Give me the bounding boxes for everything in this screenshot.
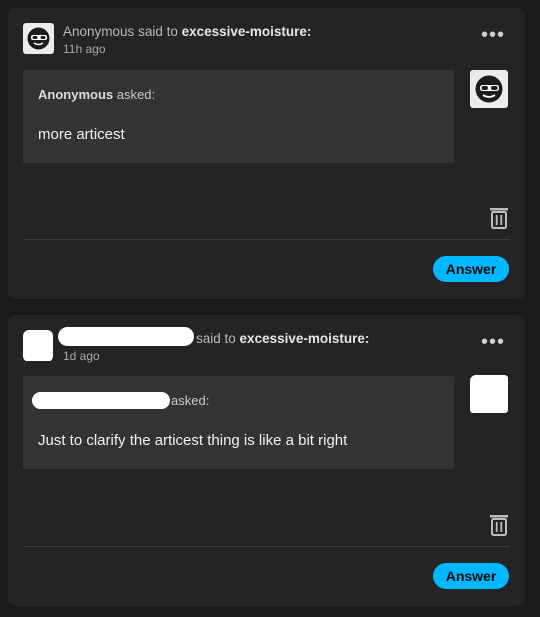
answer-button[interactable]: Answer <box>433 563 509 589</box>
ask-card: said to excessive-moisture: 1d ago ••• a… <box>8 315 525 606</box>
asker-name: Anonymous <box>38 87 114 102</box>
said-to-label: said to <box>196 331 236 346</box>
asker-line: asked: <box>171 393 209 408</box>
question-bubble: asked: Just to clarify the articest thin… <box>23 376 454 469</box>
asked-label: asked: <box>171 393 210 408</box>
divider <box>23 239 510 240</box>
question-text: Just to clarify the articest thing is li… <box>38 432 348 449</box>
asker-line: Anonymous asked: <box>38 87 155 102</box>
sender-name[interactable]: Anonymous <box>63 24 134 39</box>
asker-avatar-icon[interactable] <box>470 70 508 108</box>
question-text: more articest <box>38 126 125 143</box>
redacted-avatar[interactable] <box>470 375 508 413</box>
divider <box>23 546 510 547</box>
more-options-icon[interactable]: ••• <box>481 25 505 45</box>
redacted-sender-name <box>58 327 194 346</box>
ask-card: Anonymous said to excessive-moisture: 11… <box>8 8 525 299</box>
sender-line: Anonymous said to excessive-moisture: <box>63 24 311 39</box>
timestamp: 1d ago <box>63 349 100 363</box>
recipient-name[interactable]: excessive-moisture: <box>182 24 312 39</box>
timestamp: 11h ago <box>63 42 106 56</box>
said-to-label: said to <box>138 24 178 39</box>
trash-icon[interactable] <box>489 514 509 536</box>
asked-label: asked: <box>116 87 156 102</box>
redacted-asker-name <box>32 392 170 409</box>
more-options-icon[interactable]: ••• <box>481 332 505 352</box>
recipient-name[interactable]: excessive-moisture: <box>240 331 370 346</box>
redacted-avatar[interactable] <box>23 330 54 361</box>
sender-line: said to excessive-moisture: <box>196 331 369 346</box>
question-bubble: Anonymous asked: more articest <box>23 70 454 163</box>
trash-icon[interactable] <box>489 207 509 229</box>
answer-button[interactable]: Answer <box>433 256 509 282</box>
sunglasses-avatar-icon[interactable] <box>23 23 54 54</box>
